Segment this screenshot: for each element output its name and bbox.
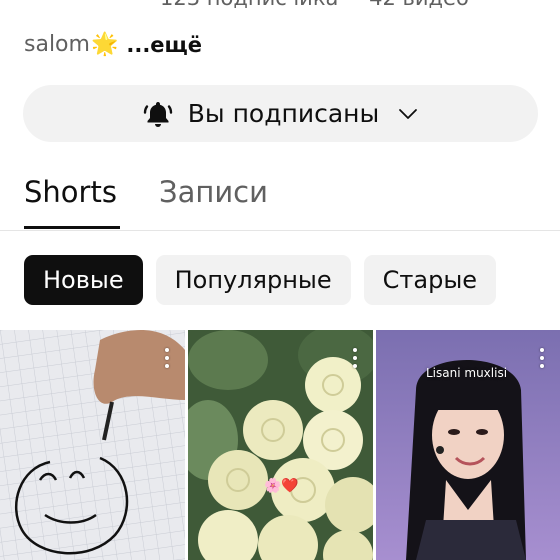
short-overlay-text: Lisani muxlisi bbox=[426, 366, 508, 380]
tab-shorts[interactable]: Shorts bbox=[24, 175, 117, 209]
video-count: 42 видео bbox=[369, 0, 469, 10]
chip-newest[interactable]: Новые bbox=[24, 255, 143, 305]
chip-oldest[interactable]: Старые bbox=[363, 255, 497, 305]
more-vert-icon[interactable] bbox=[163, 348, 171, 370]
channel-description[interactable]: salom 🌟 ...ещё bbox=[24, 32, 202, 57]
bell-ringing-icon bbox=[143, 101, 172, 127]
subscriber-count: 123 подписчика bbox=[160, 0, 338, 10]
more-vert-icon[interactable] bbox=[538, 348, 546, 370]
subscribed-label: Вы подписаны bbox=[187, 99, 380, 128]
tab-posts[interactable]: Записи bbox=[159, 175, 268, 209]
short-overlay-text: 🌸❤️ bbox=[264, 478, 299, 494]
active-tab-indicator bbox=[24, 226, 120, 229]
short-thumbnail-image bbox=[376, 330, 560, 560]
channel-tabs: Shorts Записи bbox=[0, 165, 560, 231]
description-text: salom bbox=[24, 32, 90, 57]
more-link[interactable]: ...ещё bbox=[126, 33, 202, 57]
subscribed-button[interactable]: Вы подписаны bbox=[23, 85, 538, 142]
chip-popular[interactable]: Популярные bbox=[155, 255, 351, 305]
more-vert-icon[interactable] bbox=[351, 348, 359, 370]
channel-stats: 123 подписчика · 42 видео bbox=[160, 0, 469, 10]
shorts-grid: 🌸❤️ Lisani muxlisi bbox=[0, 330, 560, 560]
short-thumbnail-image bbox=[0, 330, 185, 560]
stats-separator: · bbox=[350, 0, 357, 10]
short-thumbnail[interactable]: 🌸❤️ bbox=[188, 330, 373, 560]
chevron-down-icon bbox=[399, 108, 418, 119]
short-thumbnail-image bbox=[188, 330, 373, 560]
star-emoji: 🌟 bbox=[90, 32, 119, 57]
sort-chips: Новые Популярные Старые bbox=[24, 255, 497, 305]
short-thumbnail[interactable]: Lisani muxlisi bbox=[376, 330, 560, 560]
short-thumbnail[interactable] bbox=[0, 330, 185, 560]
